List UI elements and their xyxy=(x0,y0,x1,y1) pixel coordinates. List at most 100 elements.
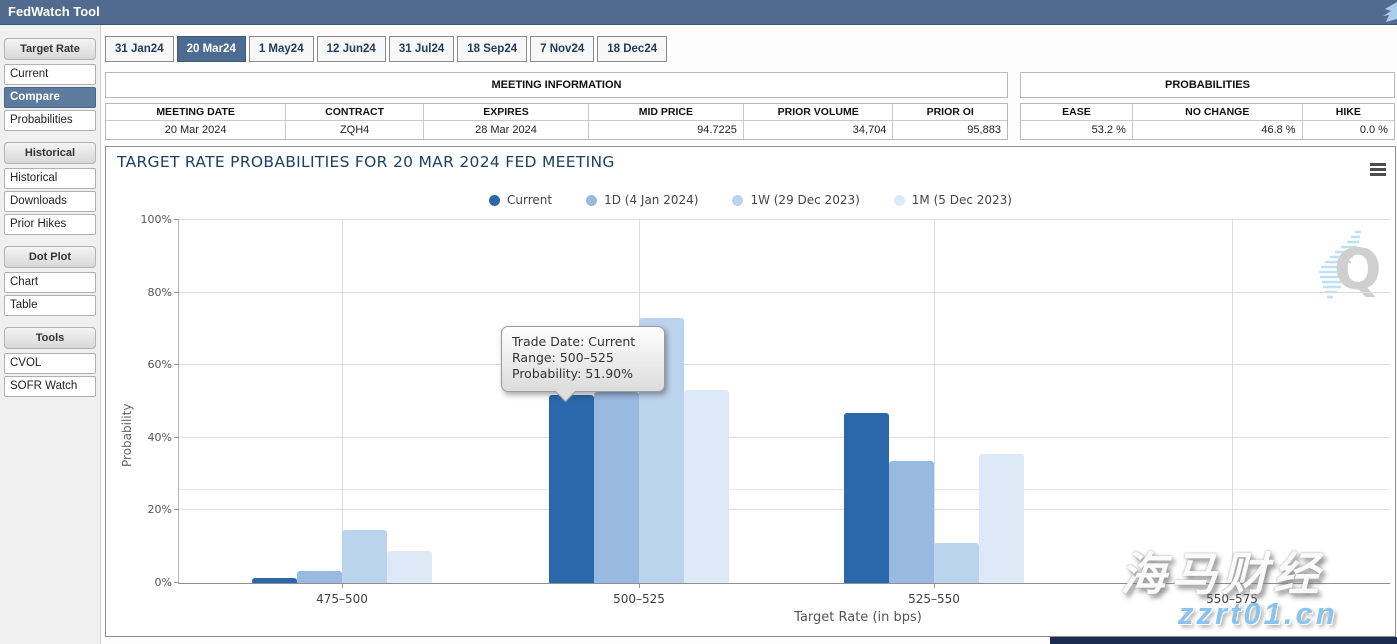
legend-item-1w[interactable]: 1W (29 Dec 2023) xyxy=(732,193,859,207)
sidebar-section: HistoricalHistoricalDownloadsPrior Hikes xyxy=(4,142,96,235)
fedwatch-app: FedWatch Tool Target RateCurrentCompareP… xyxy=(0,0,1397,644)
x-axis-label: Target Rate (in bps) xyxy=(794,610,922,625)
x-tick-mark xyxy=(639,583,640,588)
sidebar-section-header-historical[interactable]: Historical xyxy=(4,142,96,164)
cell-expires: 28 Mar 2024 xyxy=(424,121,589,139)
plot-area: 0%20%40%60%80%100%475–500500–525525–5505… xyxy=(178,220,1390,584)
tab-18-sep24[interactable]: 18 Sep24 xyxy=(457,36,527,62)
legend-dot xyxy=(489,195,500,206)
y-tick-mark xyxy=(174,364,179,365)
sidebar-item-downloads[interactable]: Downloads xyxy=(4,191,96,212)
y-tick-label: 100% xyxy=(138,213,172,226)
v-gridline xyxy=(934,220,935,583)
tab-31-jul24[interactable]: 31 Jul24 xyxy=(389,36,454,62)
h-gridline xyxy=(179,509,1390,510)
y-tick-mark xyxy=(174,437,179,438)
cell-mid-price: 94.7225 xyxy=(589,121,744,139)
sidebar-section-header-target-rate[interactable]: Target Rate xyxy=(4,38,96,60)
legend-item-1m[interactable]: 1M (5 Dec 2023) xyxy=(894,193,1012,207)
sidebar-section: Target Rate CurrentCompareProbabilities xyxy=(4,38,96,131)
y-tick-label: 60% xyxy=(138,358,172,371)
table-header-row: EASENO CHANGEHIKE xyxy=(1021,104,1394,121)
bar-1d-500-525[interactable] xyxy=(594,392,639,583)
v-gridline xyxy=(342,220,343,583)
tab-12-jun24[interactable]: 12 Jun24 xyxy=(317,36,386,62)
cell-meeting-date: 20 Mar 2024 xyxy=(106,121,286,139)
legend-item-1d[interactable]: 1D (4 Jan 2024) xyxy=(586,193,698,207)
sidebar-item-historical[interactable]: Historical xyxy=(4,168,96,189)
chart-menu-icon[interactable] xyxy=(1370,163,1386,176)
chart-legend: Current 1D (4 Jan 2024) 1W (29 Dec 2023) 1M… xyxy=(106,193,1395,207)
y-tick-label: 80% xyxy=(138,286,172,299)
column-header-expires: EXPIRES xyxy=(424,104,589,121)
x-tick-label-500-525: 500–525 xyxy=(613,592,665,606)
sidebar-item-cvol[interactable]: CVOL xyxy=(4,353,96,374)
y-tick-label: 40% xyxy=(138,431,172,444)
header-corner-icon xyxy=(1375,1,1397,23)
sidebar-item-prior-hikes[interactable]: Prior Hikes xyxy=(4,214,96,235)
x-tick-label-475-500: 475–500 xyxy=(316,592,368,606)
artifact-line xyxy=(179,489,1390,490)
sidebar-item-compare[interactable]: Compare xyxy=(4,87,96,108)
bar-1w-475-500[interactable] xyxy=(342,530,387,583)
tab-7-nov24[interactable]: 7 Nov24 xyxy=(530,36,594,62)
column-header-contract: CONTRACT xyxy=(286,104,424,121)
sidebar-item-sofr-watch[interactable]: SOFR Watch xyxy=(4,376,96,397)
tooltip-probability: Probability: 51.90% xyxy=(512,366,654,382)
bar-current-525-550[interactable] xyxy=(844,413,889,583)
tab-18-dec24[interactable]: 18 Dec24 xyxy=(597,36,667,62)
bar-current-475-500[interactable] xyxy=(252,578,297,583)
meeting-date-tabs: 31 Jan2420 Mar241 May2412 Jun2431 Jul241… xyxy=(105,36,667,62)
bar-1m-475-500[interactable] xyxy=(387,551,432,583)
sidebar-section-header-dot-plot[interactable]: Dot Plot xyxy=(4,246,96,268)
sidebar-section: Tools CVOLSOFR Watch xyxy=(4,327,96,397)
tab-1-may24[interactable]: 1 May24 xyxy=(249,36,314,62)
h-gridline xyxy=(179,364,1390,365)
y-tick-mark xyxy=(174,582,179,583)
app-title: FedWatch Tool xyxy=(0,0,1397,24)
meeting-info-title: MEETING INFORMATION xyxy=(105,72,1008,98)
sidebar-item-current[interactable]: Current xyxy=(4,64,96,85)
bar-1m-500-525[interactable] xyxy=(684,390,729,583)
sidebar-item-chart[interactable]: Chart xyxy=(4,272,96,293)
bar-1d-525-550[interactable] xyxy=(889,461,934,583)
legend-item-current[interactable]: Current xyxy=(489,193,552,207)
column-header-ease: EASE xyxy=(1021,104,1133,121)
column-header-hike: HIKE xyxy=(1303,104,1394,121)
watermark-bottom-strip xyxy=(1050,637,1397,644)
bar-1d-475-500[interactable] xyxy=(297,571,342,583)
x-tick-label-525-550: 525–550 xyxy=(908,592,960,606)
y-tick-label: 0% xyxy=(138,576,172,589)
column-header-prior-oi: PRIOR OI xyxy=(893,104,1007,121)
meeting-info-table: MEETING INFORMATION MEETING DATECONTRACT… xyxy=(105,72,1008,140)
tooltip-range: Range: 500–525 xyxy=(512,350,654,366)
sidebar-item-probabilities[interactable]: Probabilities xyxy=(4,110,96,131)
v-gridline xyxy=(1232,220,1233,583)
legend-dot xyxy=(894,195,905,206)
column-header-prior-volume: PRIOR VOLUME xyxy=(744,104,894,121)
legend-label: 1D (4 Jan 2024) xyxy=(604,193,698,207)
bar-1m-525-550[interactable] xyxy=(979,454,1024,583)
sidebar-item-table[interactable]: Table xyxy=(4,295,96,316)
cell-prior-volume: 34,704 xyxy=(744,121,894,139)
x-tick-mark xyxy=(934,583,935,588)
cell-prior-oi: 95,883 xyxy=(893,121,1007,139)
meeting-info-grid: MEETING DATECONTRACTEXPIRESMID PRICEPRIO… xyxy=(105,103,1008,140)
site-url-watermark: zzrt01.cn xyxy=(1178,596,1338,632)
cell-hike: 0.0 % xyxy=(1303,121,1394,139)
bar-current-500-525[interactable] xyxy=(549,395,594,583)
tab-31-jan24[interactable]: 31 Jan24 xyxy=(105,36,174,62)
legend-dot xyxy=(586,195,597,206)
sidebar-section-header-tools[interactable]: Tools xyxy=(4,327,96,349)
probabilities-table: PROBABILITIES EASENO CHANGEHIKE53.2 %46.… xyxy=(1020,72,1395,140)
y-axis-label: Probability xyxy=(120,404,134,467)
legend-dot xyxy=(732,195,743,206)
tab-20-mar24[interactable]: 20 Mar24 xyxy=(177,36,246,62)
legend-label: 1W (29 Dec 2023) xyxy=(750,193,859,207)
probabilities-title: PROBABILITIES xyxy=(1020,72,1395,98)
bar-1w-525-550[interactable] xyxy=(934,543,979,583)
sidebar: Target Rate CurrentCompareProbabilities Hi… xyxy=(4,38,96,408)
column-header-no-change: NO CHANGE xyxy=(1133,104,1303,121)
header-bar: FedWatch Tool xyxy=(0,0,1397,25)
y-tick-mark xyxy=(174,219,179,220)
